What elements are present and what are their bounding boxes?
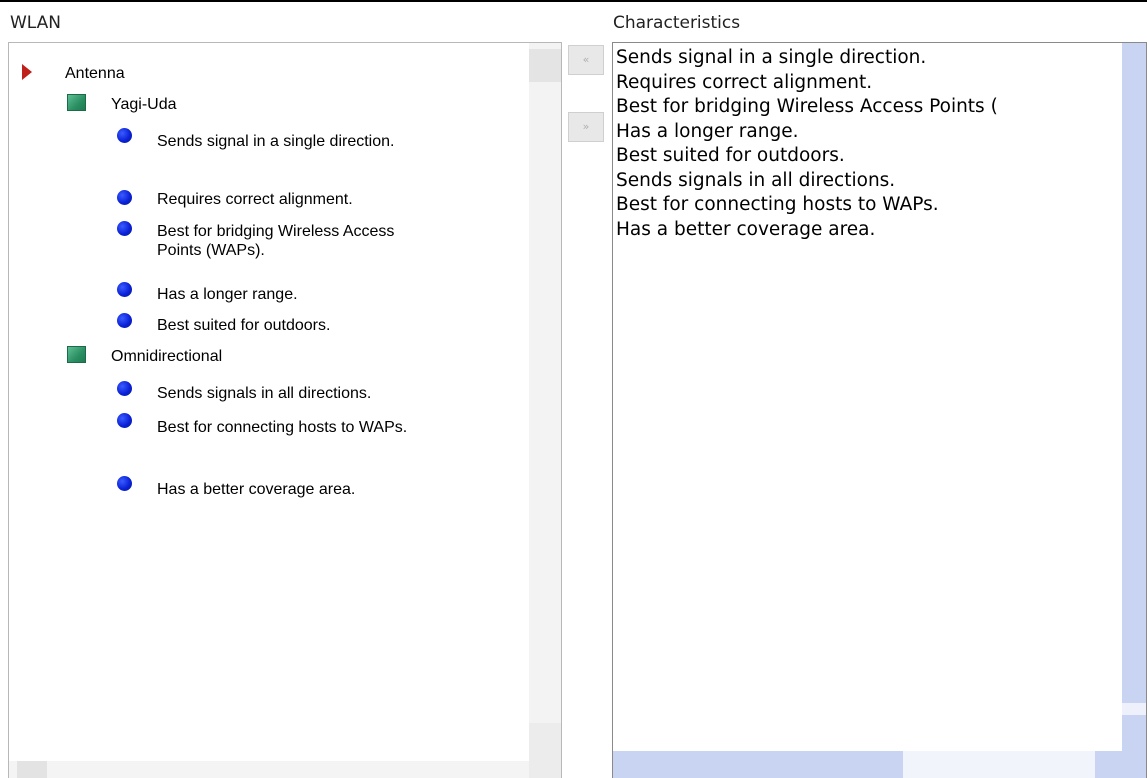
right-scrollbar-thumb[interactable] bbox=[1122, 703, 1146, 715]
tree-item-label: Best suited for outdoors. bbox=[157, 317, 331, 334]
expand-arrow-icon[interactable] bbox=[22, 64, 32, 80]
blue-dot-icon bbox=[117, 413, 132, 428]
right-hscroll-thumb[interactable] bbox=[903, 751, 1095, 778]
green-square-icon bbox=[67, 346, 86, 363]
left-hscroll-thumb[interactable] bbox=[17, 761, 47, 778]
left-scrollbar-corner bbox=[529, 723, 561, 778]
tree-group-label: Omnidirectional bbox=[111, 348, 223, 365]
right-vertical-scrollbar[interactable] bbox=[1122, 43, 1146, 778]
tree-item-label: Best for connecting hosts to WAPs. bbox=[157, 419, 408, 436]
wlan-tree-pane[interactable]: Antenna Yagi-Uda Sends signal in a singl… bbox=[8, 42, 562, 778]
blue-dot-icon bbox=[117, 128, 132, 143]
left-scrollbar-thumb[interactable] bbox=[529, 49, 561, 82]
tree-item-label: Sends signals in all directions. bbox=[157, 385, 372, 402]
characteristic-item[interactable]: Best for connecting hosts to WAPs. bbox=[616, 193, 1121, 218]
characteristic-item[interactable]: Requires correct alignment. bbox=[616, 71, 1121, 96]
green-square-icon bbox=[67, 94, 86, 111]
tree-item-label: Sends signal in a single direction. bbox=[157, 133, 395, 150]
blue-dot-icon bbox=[117, 476, 132, 491]
tree-item-label: Requires correct alignment. bbox=[157, 191, 353, 208]
move-left-button[interactable]: « bbox=[568, 45, 604, 75]
tree-item-label: Has a longer range. bbox=[157, 286, 298, 303]
right-horizontal-scrollbar[interactable] bbox=[613, 751, 1123, 778]
tree-item-label: Best for bridging Wireless Access Points… bbox=[157, 223, 395, 259]
tree-group-label: Yagi-Uda bbox=[111, 96, 177, 113]
left-vertical-scrollbar[interactable] bbox=[529, 43, 561, 778]
top-rule bbox=[0, 0, 1147, 8]
tree-item-label: Has a better coverage area. bbox=[157, 481, 356, 498]
blue-dot-icon bbox=[117, 381, 132, 396]
blue-dot-icon bbox=[117, 190, 132, 205]
characteristic-item[interactable]: Best suited for outdoors. bbox=[616, 144, 1121, 169]
tree-root-label: Antenna bbox=[65, 65, 125, 82]
blue-dot-icon bbox=[117, 282, 132, 297]
characteristics-list-pane[interactable]: Sends signal in a single direction. Requ… bbox=[612, 42, 1147, 778]
wlan-pane-title: WLAN bbox=[10, 13, 62, 33]
characteristic-item[interactable]: Has a longer range. bbox=[616, 120, 1121, 145]
characteristic-item[interactable]: Sends signals in all directions. bbox=[616, 169, 1121, 194]
left-horizontal-scrollbar[interactable] bbox=[9, 761, 529, 778]
characteristic-item[interactable]: Sends signal in a single direction. bbox=[616, 46, 1121, 71]
blue-dot-icon bbox=[117, 313, 132, 328]
characteristic-item[interactable]: Has a better coverage area. bbox=[616, 218, 1121, 243]
move-right-button[interactable]: » bbox=[568, 112, 604, 142]
characteristics-pane-title: Characteristics bbox=[613, 13, 741, 33]
characteristics-list: Sends signal in a single direction. Requ… bbox=[616, 46, 1121, 242]
characteristic-item[interactable]: Best for bridging Wireless Access Points… bbox=[616, 95, 1121, 120]
blue-dot-icon bbox=[117, 221, 132, 236]
